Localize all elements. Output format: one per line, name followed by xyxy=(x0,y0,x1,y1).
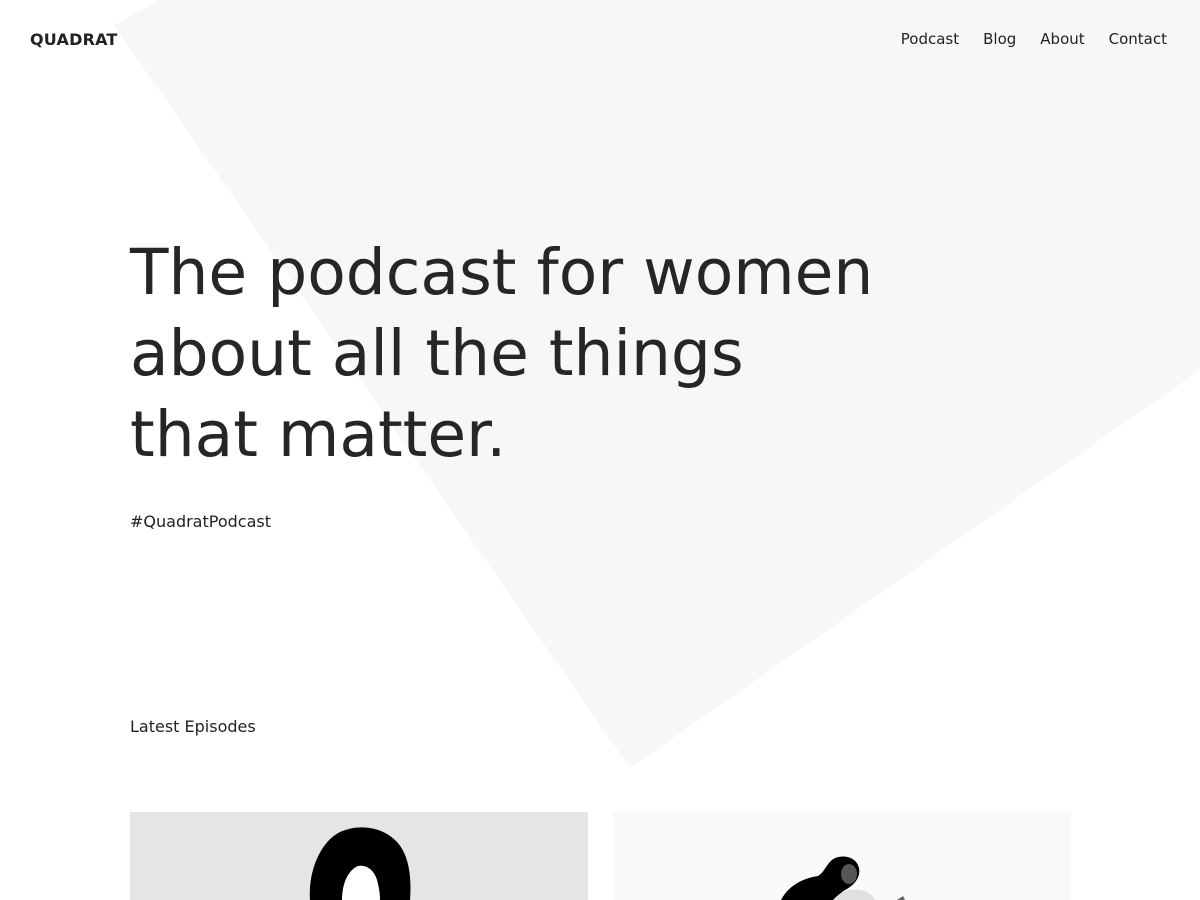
page: QUADRAT Podcast Blog About Contact The p… xyxy=(0,0,1200,900)
episode-card-image-1[interactable] xyxy=(130,812,588,900)
nav-item-blog[interactable]: Blog xyxy=(983,30,1016,48)
person-illustration-icon xyxy=(781,856,905,900)
episode-card-image-2[interactable] xyxy=(613,812,1071,900)
site-header: QUADRAT Podcast Blog About Contact xyxy=(0,0,1200,80)
hero-hashtag: #QuadratPodcast xyxy=(130,512,271,531)
nav-item-podcast[interactable]: Podcast xyxy=(901,30,959,48)
hero-title-line-1: The podcast for women xyxy=(130,236,874,309)
latest-episodes-heading: Latest Episodes xyxy=(130,717,256,736)
nav-item-about[interactable]: About xyxy=(1040,30,1084,48)
hero-title-line-3: that matter. xyxy=(130,398,507,471)
main-navigation: Podcast Blog About Contact xyxy=(901,30,1167,48)
site-title-link[interactable]: QUADRAT xyxy=(30,30,118,49)
woman-illustration-icon xyxy=(309,827,411,900)
hero-title-line-2: about all the things xyxy=(130,317,744,390)
nav-item-contact[interactable]: Contact xyxy=(1109,30,1167,48)
hero-title: The podcast for women about all the thin… xyxy=(130,232,1030,475)
